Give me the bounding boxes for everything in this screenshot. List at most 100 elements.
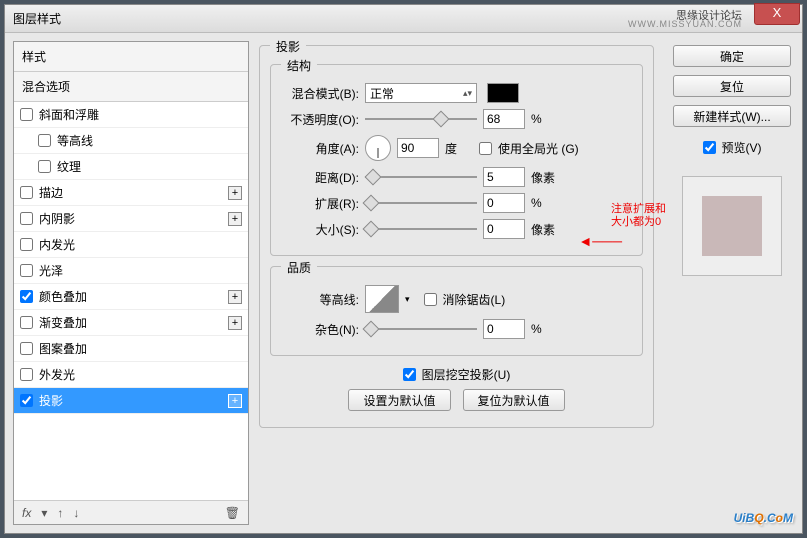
- add-effect-icon[interactable]: +: [228, 316, 242, 330]
- effect-checkbox[interactable]: [20, 316, 33, 329]
- panel-title: 投影: [270, 38, 306, 55]
- blend-mode-label: 混合模式(B):: [281, 85, 359, 102]
- knockout-checkbox[interactable]: [403, 368, 416, 381]
- opacity-input[interactable]: [483, 109, 525, 129]
- structure-title: 结构: [281, 57, 317, 74]
- sidebar-item-6[interactable]: 光泽: [14, 258, 248, 284]
- sidebar-item-8[interactable]: 渐变叠加+: [14, 310, 248, 336]
- add-effect-icon[interactable]: +: [228, 186, 242, 200]
- effect-checkbox[interactable]: [20, 394, 33, 407]
- contour-picker[interactable]: [365, 285, 399, 313]
- noise-input[interactable]: [483, 319, 525, 339]
- effect-label: 投影: [39, 392, 228, 409]
- sidebar-item-11[interactable]: 投影+: [14, 388, 248, 414]
- effect-label: 斜面和浮雕: [39, 106, 242, 123]
- effect-checkbox[interactable]: [20, 108, 33, 121]
- angle-label: 角度(A):: [281, 140, 359, 157]
- sidebar-footer: fx ▾ ↑ ↓ 🗑: [14, 500, 248, 524]
- spread-label: 扩展(R):: [281, 195, 359, 212]
- blend-mode-select[interactable]: 正常 ▴▾: [365, 83, 477, 103]
- annotation-text: 注意扩展和 大小都为0: [611, 203, 666, 229]
- sidebar-item-4[interactable]: 内阴影+: [14, 206, 248, 232]
- effect-checkbox[interactable]: [20, 264, 33, 277]
- size-input[interactable]: [483, 219, 525, 239]
- layer-style-dialog: 图层样式 思缘设计论坛 WWW.MISSYUAN.COM X 样式 混合选项 斜…: [4, 4, 803, 534]
- forum-url: WWW.MISSYUAN.COM: [628, 19, 742, 29]
- add-effect-icon[interactable]: +: [228, 212, 242, 226]
- sidebar-item-10[interactable]: 外发光: [14, 362, 248, 388]
- distance-slider[interactable]: [365, 169, 477, 185]
- add-effect-icon[interactable]: +: [228, 394, 242, 408]
- size-label: 大小(S):: [281, 221, 359, 238]
- effect-checkbox[interactable]: [20, 368, 33, 381]
- shadow-color-swatch[interactable]: [487, 83, 519, 103]
- spread-unit: %: [531, 196, 559, 210]
- arrow-down-icon[interactable]: ↓: [73, 506, 79, 520]
- spread-slider[interactable]: [365, 195, 477, 211]
- effect-label: 外发光: [39, 366, 242, 383]
- global-light-label: 使用全局光 (G): [498, 140, 579, 157]
- effect-checkbox[interactable]: [20, 212, 33, 225]
- sidebar-item-3[interactable]: 描边+: [14, 180, 248, 206]
- distance-label: 距离(D):: [281, 169, 359, 186]
- noise-label: 杂色(N):: [281, 321, 359, 338]
- arrow-up-icon[interactable]: ↑: [57, 506, 63, 520]
- effect-label: 纹理: [57, 158, 242, 175]
- fx-icon[interactable]: fx: [22, 506, 31, 520]
- blend-options-header[interactable]: 混合选项: [14, 72, 248, 102]
- annotation-arrow-icon: ◄───: [578, 233, 622, 249]
- global-light-checkbox[interactable]: [479, 142, 492, 155]
- sidebar-item-5[interactable]: 内发光: [14, 232, 248, 258]
- effect-label: 颜色叠加: [39, 288, 228, 305]
- effect-checkbox[interactable]: [20, 238, 33, 251]
- ok-button[interactable]: 确定: [673, 45, 791, 67]
- antialias-checkbox[interactable]: [424, 293, 437, 306]
- close-button[interactable]: X: [754, 3, 800, 25]
- effect-label: 描边: [39, 184, 228, 201]
- quality-group: 品质 等高线: ▾ 消除锯齿(L) 杂色(N): %: [270, 266, 643, 356]
- set-default-button[interactable]: 设置为默认值: [348, 389, 450, 411]
- noise-slider[interactable]: [365, 321, 477, 337]
- angle-unit: 度: [445, 140, 473, 157]
- noise-unit: %: [531, 322, 559, 336]
- chevron-updown-icon: ▴▾: [463, 88, 472, 99]
- preview-label: 预览(V): [722, 139, 762, 156]
- effect-checkbox[interactable]: [20, 290, 33, 303]
- opacity-slider[interactable]: [365, 111, 477, 127]
- trash-icon[interactable]: 🗑: [225, 506, 240, 520]
- size-slider[interactable]: [365, 221, 477, 237]
- sidebar-item-2[interactable]: 纹理: [14, 154, 248, 180]
- chevron-down-icon[interactable]: ▾: [405, 294, 410, 305]
- effect-label: 图案叠加: [39, 340, 242, 357]
- cancel-button[interactable]: 复位: [673, 75, 791, 97]
- styles-sidebar: 样式 混合选项 斜面和浮雕等高线纹理描边+内阴影+内发光光泽颜色叠加+渐变叠加+…: [13, 41, 249, 525]
- chevron-down-icon[interactable]: ▾: [41, 506, 47, 520]
- preview-checkbox[interactable]: [703, 141, 716, 154]
- new-style-button[interactable]: 新建样式(W)...: [673, 105, 791, 127]
- distance-input[interactable]: [483, 167, 525, 187]
- sidebar-item-7[interactable]: 颜色叠加+: [14, 284, 248, 310]
- sidebar-item-1[interactable]: 等高线: [14, 128, 248, 154]
- effect-checkbox[interactable]: [38, 160, 51, 173]
- angle-input[interactable]: [397, 138, 439, 158]
- preview-swatch: [702, 196, 762, 256]
- reset-default-button[interactable]: 复位为默认值: [463, 389, 565, 411]
- styles-header[interactable]: 样式: [14, 42, 248, 72]
- effect-label: 等高线: [57, 132, 242, 149]
- preview-box: [682, 176, 782, 276]
- effect-checkbox[interactable]: [38, 134, 51, 147]
- sidebar-item-9[interactable]: 图案叠加: [14, 336, 248, 362]
- angle-dial[interactable]: [365, 135, 391, 161]
- add-effect-icon[interactable]: +: [228, 290, 242, 304]
- knockout-label: 图层挖空投影(U): [422, 366, 511, 383]
- effect-checkbox[interactable]: [20, 186, 33, 199]
- structure-group: 结构 混合模式(B): 正常 ▴▾ 不透明度(O): %: [270, 64, 643, 256]
- sidebar-item-0[interactable]: 斜面和浮雕: [14, 102, 248, 128]
- effect-checkbox[interactable]: [20, 342, 33, 355]
- watermark: UiBQ.CoM: [734, 502, 793, 528]
- quality-title: 品质: [281, 259, 317, 276]
- distance-unit: 像素: [531, 169, 559, 186]
- effect-label: 光泽: [39, 262, 242, 279]
- spread-input[interactable]: [483, 193, 525, 213]
- opacity-label: 不透明度(O):: [281, 111, 359, 128]
